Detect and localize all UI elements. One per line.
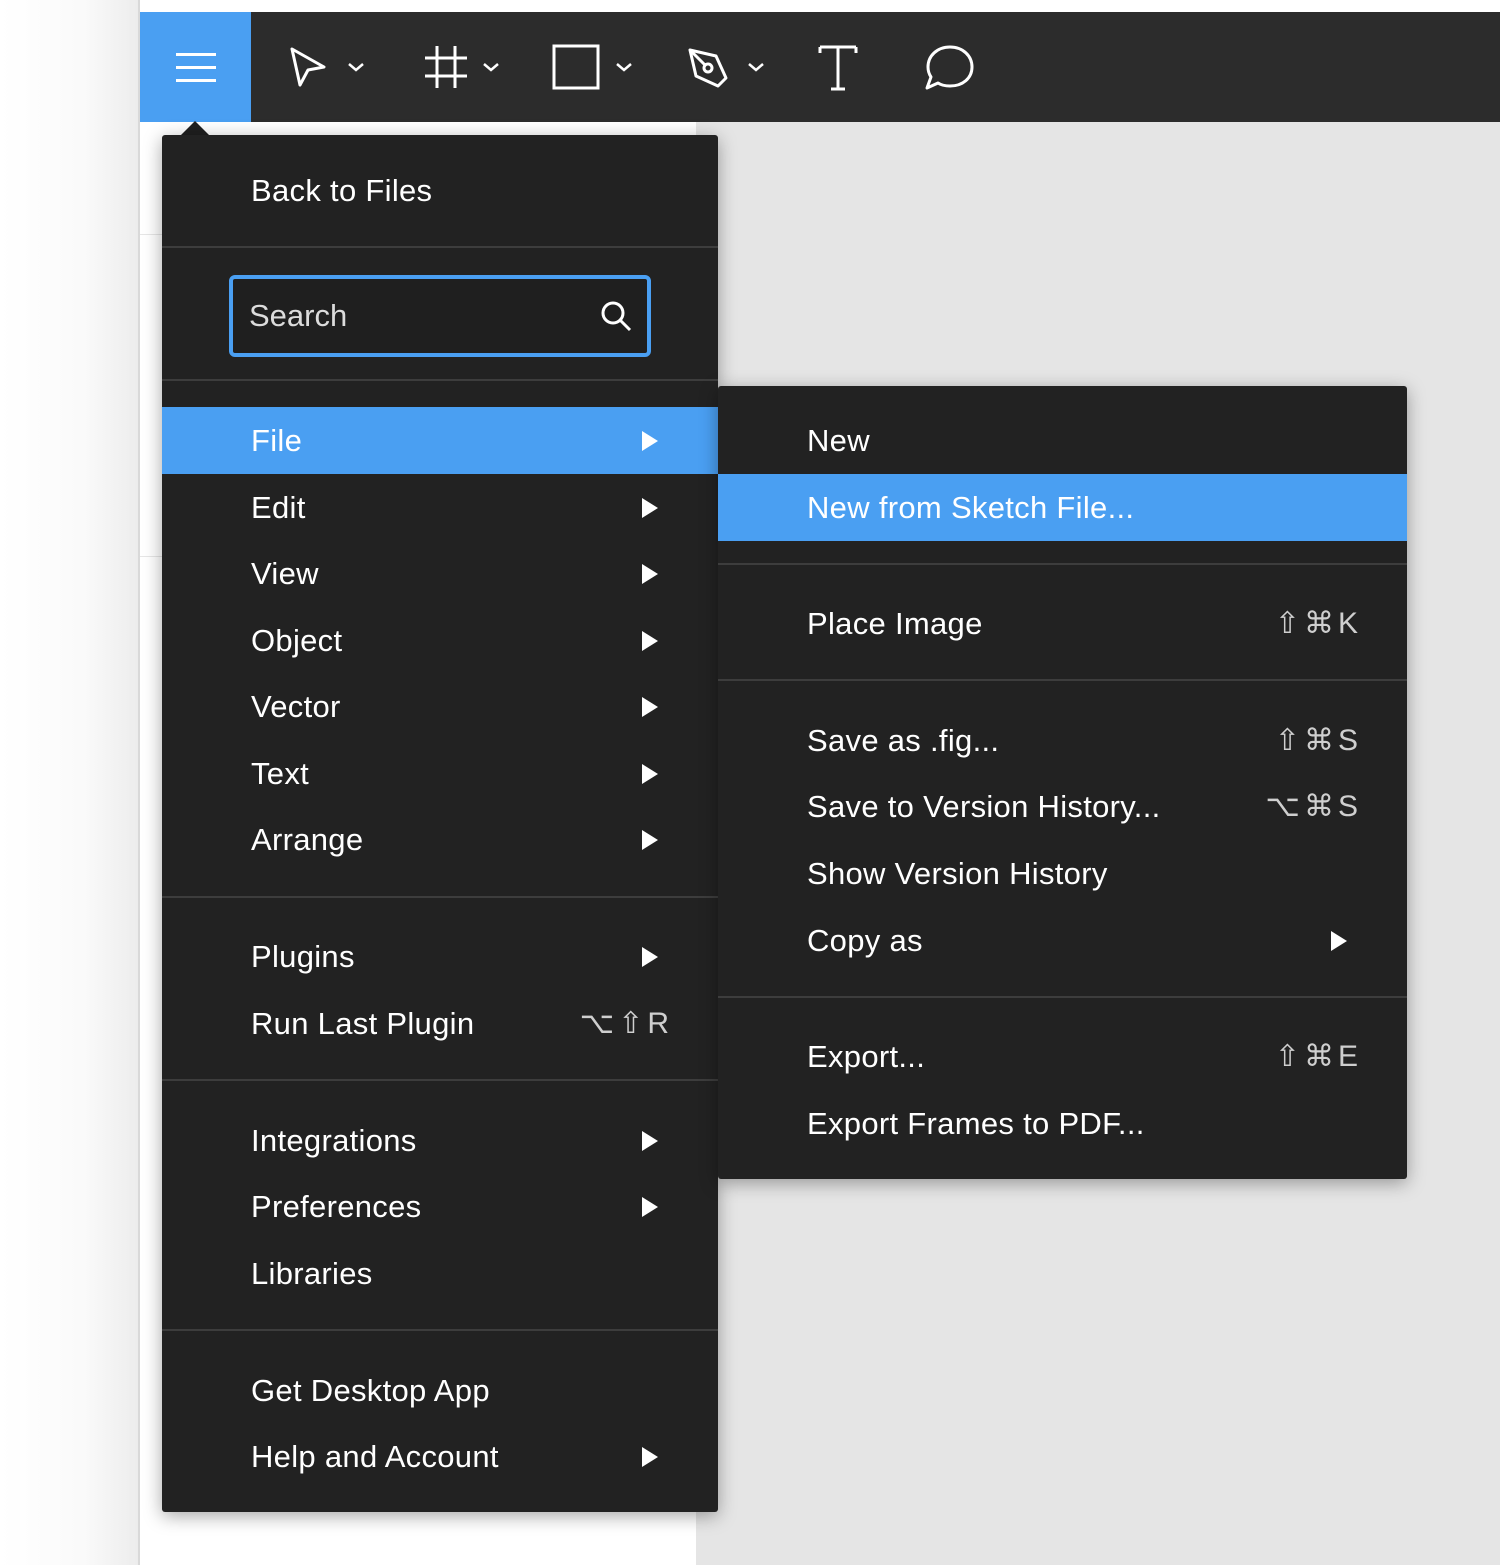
- search-icon: [601, 301, 632, 332]
- file-submenu: New New from Sketch File... Place Image …: [718, 386, 1407, 1179]
- submenu-arrow-icon: [642, 430, 658, 451]
- chevron-down-icon: [483, 63, 499, 72]
- shortcut-label: ⇧⌘S: [1274, 724, 1362, 757]
- submenu-item-save-to-version-history[interactable]: Save to Version History... ⌥⌘S: [718, 773, 1407, 840]
- frame-tool-button[interactable]: [423, 12, 501, 122]
- submenu-item-export-frames-pdf[interactable]: Export Frames to PDF...: [718, 1090, 1407, 1157]
- text-tool-button[interactable]: [818, 12, 858, 122]
- speech-bubble-icon: [925, 45, 974, 90]
- submenu-arrow-icon: [1331, 930, 1347, 951]
- menu-item-object[interactable]: Object: [162, 607, 718, 674]
- shortcut-label: ⇧⌘K: [1274, 607, 1362, 640]
- chevron-down-icon: [748, 63, 764, 72]
- submenu-arrow-icon: [642, 497, 658, 518]
- pen-icon: [688, 48, 728, 88]
- submenu-item-export[interactable]: Export... ⇧⌘E: [718, 1023, 1407, 1090]
- submenu-item-show-version-history[interactable]: Show Version History: [718, 840, 1407, 907]
- shape-tool-button[interactable]: [552, 12, 634, 122]
- frame-hash-icon: [425, 46, 467, 88]
- submenu-item-new-from-sketch[interactable]: New from Sketch File...: [718, 474, 1407, 541]
- menu-item-run-last-plugin[interactable]: Run Last Plugin ⌥⇧R: [162, 990, 718, 1057]
- menu-item-arrange[interactable]: Arrange: [162, 806, 718, 873]
- chevron-down-icon: [616, 63, 632, 72]
- submenu-arrow-icon: [642, 563, 658, 584]
- menu-item-edit[interactable]: Edit: [162, 474, 718, 541]
- menu-caret: [181, 121, 209, 135]
- menu-item-label: Back to Files: [251, 172, 433, 208]
- submenu-arrow-icon: [642, 946, 658, 967]
- menu-separator: [162, 1079, 718, 1081]
- submenu-arrow-icon: [642, 763, 658, 784]
- shortcut-label: ⇧⌘E: [1274, 1040, 1362, 1073]
- submenu-item-place-image[interactable]: Place Image ⇧⌘K: [718, 590, 1407, 657]
- menu-item-help-and-account[interactable]: Help and Account: [162, 1423, 718, 1490]
- menu-item-plugins[interactable]: Plugins: [162, 923, 718, 990]
- menu-item-text[interactable]: Text: [162, 740, 718, 807]
- menu-separator: [162, 246, 718, 248]
- menu-item-integrations[interactable]: Integrations: [162, 1107, 718, 1174]
- move-tool-button[interactable]: [288, 12, 366, 122]
- submenu-arrow-icon: [642, 630, 658, 651]
- menu-item-vector[interactable]: Vector: [162, 673, 718, 740]
- comment-tool-button[interactable]: [923, 12, 975, 122]
- rectangle-icon: [552, 44, 600, 90]
- menu-separator: [162, 896, 718, 898]
- submenu-item-copy-as[interactable]: Copy as: [718, 907, 1407, 974]
- menu-item-view[interactable]: View: [162, 540, 718, 607]
- menu-separator: [162, 1329, 718, 1331]
- shortcut-label: ⌥⇧R: [579, 1007, 673, 1040]
- menu-separator: [718, 563, 1407, 565]
- submenu-arrow-icon: [642, 1196, 658, 1217]
- back-to-files-item[interactable]: Back to Files: [162, 157, 718, 224]
- menu-separator: [718, 996, 1407, 998]
- search-input[interactable]: [249, 293, 579, 339]
- toolbar: [140, 12, 1500, 122]
- menu-separator: [162, 379, 718, 381]
- menu-item-file[interactable]: File: [162, 407, 718, 474]
- text-icon: [818, 45, 858, 91]
- main-menu: Back to Files File Edit View Object Vect…: [162, 135, 718, 1512]
- cursor-arrow-icon: [290, 47, 326, 87]
- window-shadow: [0, 0, 140, 1565]
- pen-tool-button[interactable]: [686, 12, 766, 122]
- menu-separator: [718, 679, 1407, 681]
- submenu-item-new[interactable]: New: [718, 407, 1407, 474]
- shortcut-label: ⌥⌘S: [1265, 790, 1362, 823]
- menu-item-get-desktop-app[interactable]: Get Desktop App: [162, 1357, 718, 1424]
- menu-item-libraries[interactable]: Libraries: [162, 1240, 718, 1307]
- submenu-arrow-icon: [642, 829, 658, 850]
- hamburger-menu-icon: [175, 53, 216, 82]
- submenu-arrow-icon: [642, 1446, 658, 1467]
- menu-search: [229, 275, 651, 357]
- main-menu-button[interactable]: [140, 12, 251, 122]
- menu-item-preferences[interactable]: Preferences: [162, 1173, 718, 1240]
- submenu-item-save-as-fig[interactable]: Save as .fig... ⇧⌘S: [718, 707, 1407, 774]
- submenu-arrow-icon: [642, 1130, 658, 1151]
- submenu-arrow-icon: [642, 696, 658, 717]
- chevron-down-icon: [348, 63, 364, 72]
